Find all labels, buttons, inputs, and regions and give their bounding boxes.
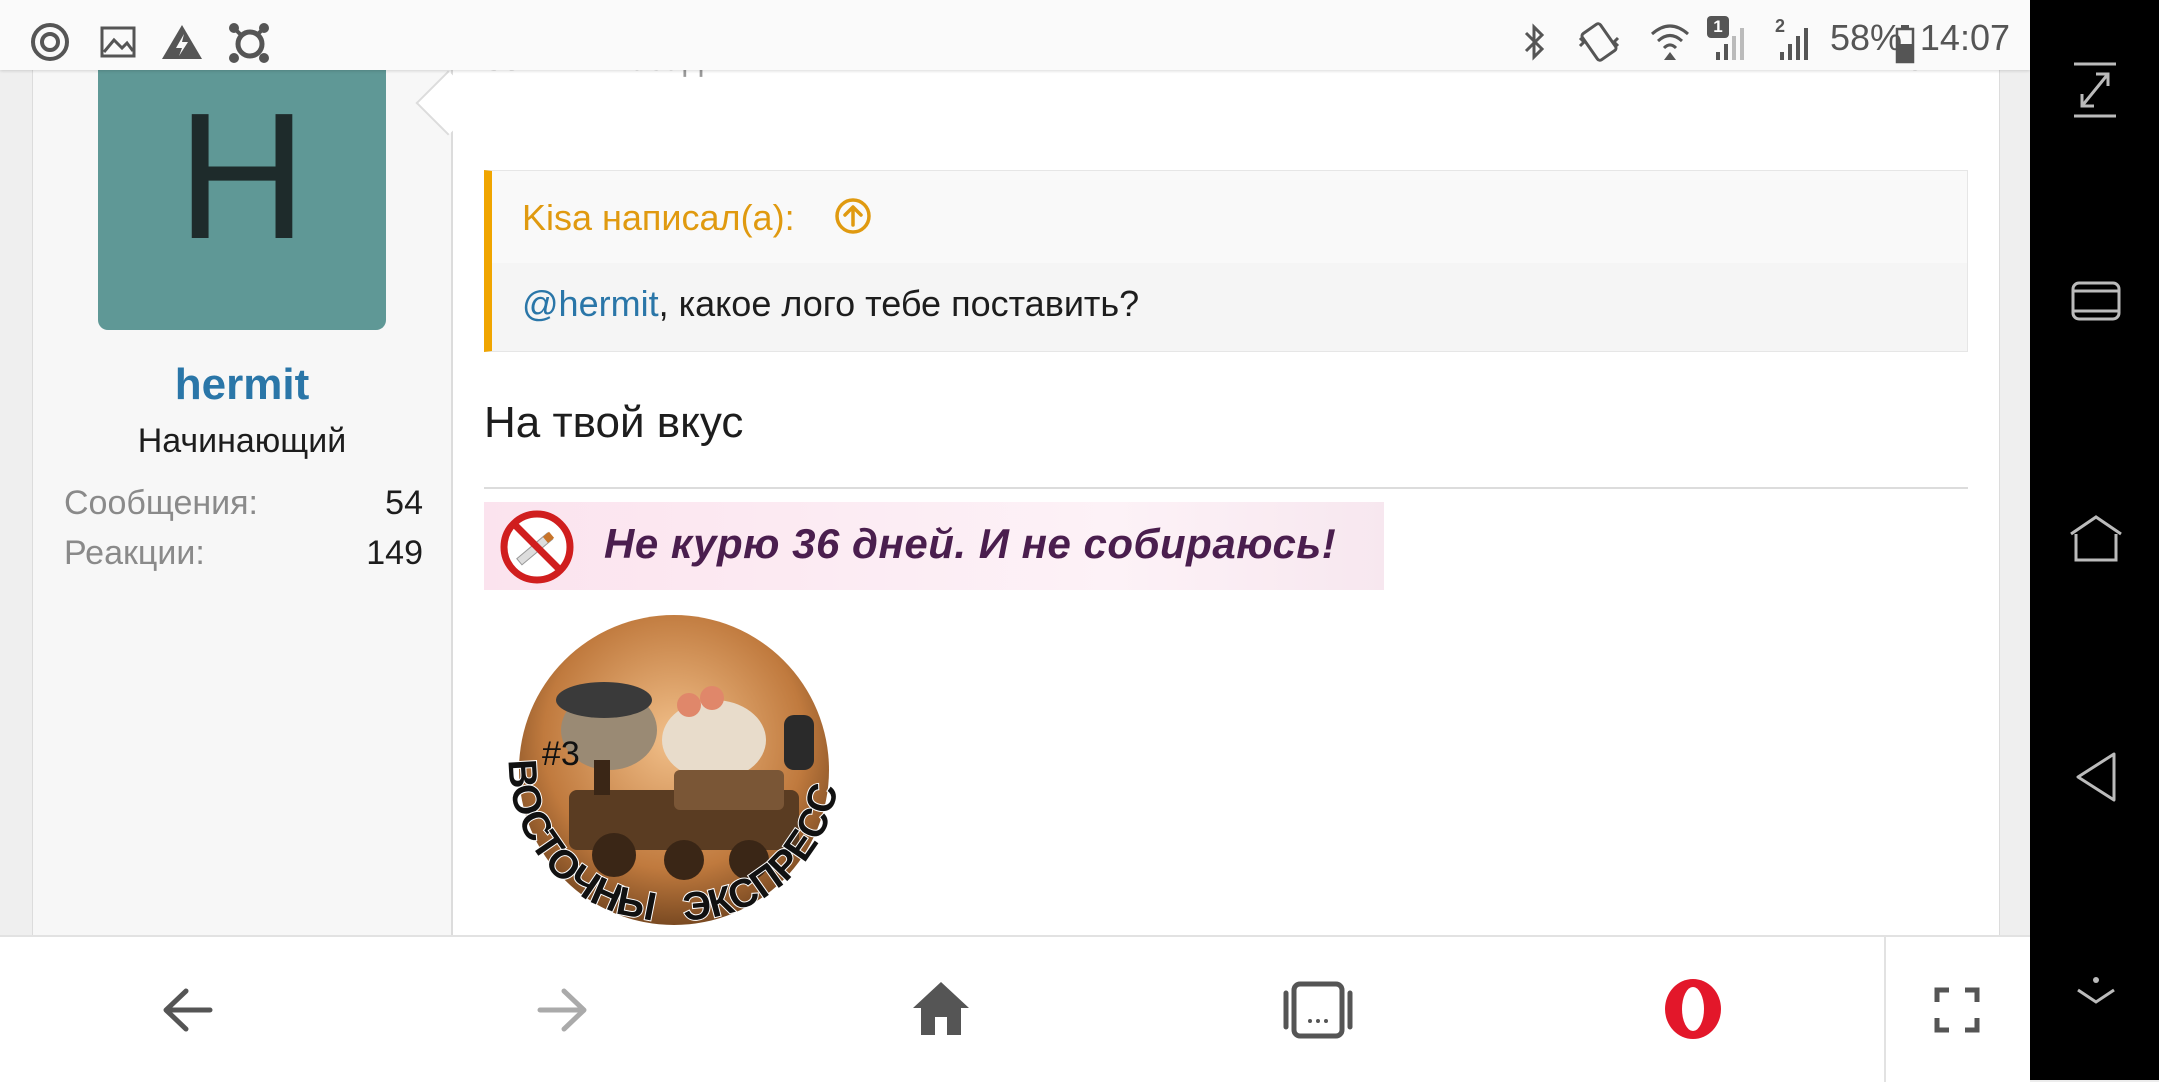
quote-text: @hermit, какое лого тебе поставить? xyxy=(522,283,1139,325)
web-page: H hermit Начинающий Сообщения: 54 Реакци… xyxy=(0,0,2030,935)
opera-menu-icon[interactable] xyxy=(1662,977,1724,1041)
status-bar: 1 2 58% 14:07 xyxy=(0,0,2030,70)
stat-reactions-value: 149 xyxy=(366,534,423,572)
avatar-letter: H xyxy=(177,76,307,277)
battery-percent: 58% xyxy=(1830,17,1903,58)
bottom-bar-divider xyxy=(1884,937,1886,1082)
forward-arrow-icon[interactable] xyxy=(536,985,590,1035)
vibrate-icon xyxy=(1578,22,1620,62)
signature-divider xyxy=(484,487,1968,489)
quote-block: Kisa написал(а): @hermit, какое лого теб… xyxy=(484,170,1968,352)
recent-apps-icon[interactable] xyxy=(2070,280,2122,322)
no-smoking-icon xyxy=(500,510,574,584)
browser-bottom-bar xyxy=(0,935,2030,1082)
avatar[interactable]: H xyxy=(98,60,386,330)
clock: 14:07 xyxy=(1919,17,2010,58)
stat-reactions-label: Реакции: xyxy=(64,534,205,572)
fullscreen-icon[interactable] xyxy=(1934,987,1980,1033)
home-button-icon[interactable] xyxy=(2068,514,2124,564)
signature-badge-image: #3 ВОСТОЧНЫЙ ЭКСПРЕСС xyxy=(484,610,848,931)
android-navigation-bar xyxy=(2030,0,2159,1080)
home-icon[interactable] xyxy=(910,979,972,1037)
back-arrow-icon[interactable] xyxy=(160,985,214,1035)
signal-icon xyxy=(1716,28,1744,60)
mention-link[interactable]: @hermit xyxy=(522,283,659,324)
badge-number: #3 xyxy=(542,735,580,773)
battery-icon xyxy=(1895,25,1915,64)
arrow-up-circle-icon[interactable] xyxy=(834,197,872,235)
wifi-icon xyxy=(1651,24,1689,60)
opera-icon xyxy=(31,23,69,61)
user-title: Начинающий xyxy=(137,422,347,460)
username-link[interactable]: hermit xyxy=(33,360,451,410)
post-message: На твой вкус xyxy=(484,398,744,447)
avast-icon xyxy=(229,23,269,63)
back-button-icon[interactable] xyxy=(2074,750,2118,804)
gallery-icon xyxy=(100,26,136,58)
stat-messages-label: Сообщения: xyxy=(64,484,258,522)
warning-icon xyxy=(162,25,202,59)
signature-banner: Не курю 36 дней. И не собираюсь! xyxy=(484,502,1384,590)
bluetooth-icon xyxy=(1524,23,1545,61)
quote-author[interactable]: Kisa написал(а): xyxy=(522,197,795,239)
signal-icon xyxy=(1780,28,1808,60)
user-info-column: H hermit Начинающий Сообщения: 54 Реакци… xyxy=(33,60,453,935)
stat-messages-value: 54 xyxy=(385,484,423,522)
signature-banner-text: Не курю 36 дней. И не собираюсь! xyxy=(604,520,1337,567)
quote-body-text: , какое лого тебе поставить? xyxy=(658,283,1140,324)
hide-navbar-icon[interactable] xyxy=(2074,976,2118,1006)
tabs-icon[interactable] xyxy=(1282,981,1354,1039)
resize-window-icon[interactable] xyxy=(2070,60,2120,120)
